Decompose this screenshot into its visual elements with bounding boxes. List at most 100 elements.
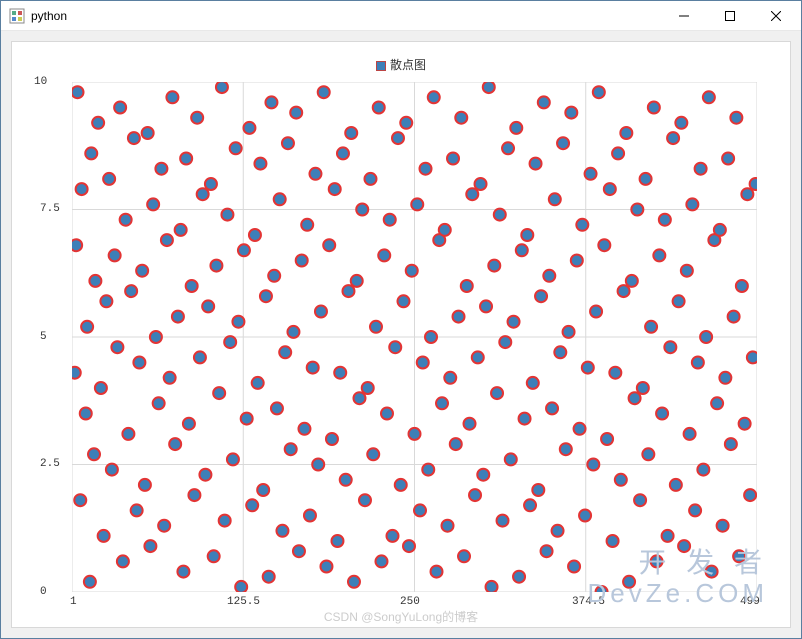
scatter-point	[287, 326, 299, 338]
scatter-point	[689, 504, 701, 516]
scatter-point	[384, 214, 396, 226]
scatter-point	[166, 91, 178, 103]
scatter-point	[615, 474, 627, 486]
scatter-point	[153, 397, 165, 409]
scatter-point	[502, 142, 514, 154]
scatter-point	[598, 239, 610, 251]
scatter-point	[508, 316, 520, 328]
close-button[interactable]	[753, 1, 799, 31]
scatter-point	[541, 545, 553, 557]
y-tick-label: 0	[40, 586, 47, 598]
scatter-point	[519, 413, 531, 425]
scatter-point	[72, 86, 84, 98]
scatter-point	[312, 459, 324, 471]
scatter-point	[601, 433, 613, 445]
scatter-point	[164, 372, 176, 384]
scatter-point	[318, 86, 330, 98]
scatter-point	[197, 188, 209, 200]
titlebar[interactable]: python	[1, 1, 801, 31]
scatter-point	[249, 229, 261, 241]
scatter-point	[122, 428, 134, 440]
scatter-point	[714, 224, 726, 236]
scatter-point	[111, 341, 123, 353]
scatter-point	[513, 571, 525, 583]
plot-panel: 散点图 10 7.5 5 2.5 0 1 125.5 250 374.5 499…	[11, 41, 791, 628]
scatter-point	[348, 576, 360, 588]
scatter-point	[576, 219, 588, 231]
scatter-point	[497, 515, 509, 527]
scatter-point	[359, 494, 371, 506]
scatter-point	[455, 112, 467, 124]
scatter-point	[453, 311, 465, 323]
app-icon	[9, 8, 25, 24]
scatter-point	[499, 336, 511, 348]
scatter-point	[199, 469, 211, 481]
scatter-point	[95, 382, 107, 394]
scatter-point	[72, 367, 81, 379]
scatter-point	[246, 499, 258, 511]
scatter-point	[744, 489, 756, 501]
y-tick-label: 10	[34, 76, 47, 88]
scatter-point	[736, 280, 748, 292]
scatter-point	[673, 295, 685, 307]
scatter-point	[587, 459, 599, 471]
scatter-point	[389, 341, 401, 353]
scatter-point	[194, 351, 206, 363]
scatter-point	[109, 249, 121, 261]
scatter-point	[323, 239, 335, 251]
scatter-point	[395, 479, 407, 491]
scatter-point	[243, 122, 255, 134]
scatter-point	[224, 336, 236, 348]
scatter-point	[439, 224, 451, 236]
scatter-point	[260, 290, 272, 302]
scatter-point	[98, 530, 110, 542]
scatter-point	[329, 183, 341, 195]
scatter-point	[648, 102, 660, 114]
scatter-point	[552, 525, 564, 537]
scatter-point	[142, 127, 154, 139]
scatter-point	[257, 484, 269, 496]
scatter-point	[265, 96, 277, 108]
scatter-point	[739, 418, 751, 430]
maximize-button[interactable]	[707, 1, 753, 31]
scatter-point	[450, 438, 462, 450]
scatter-point	[263, 571, 275, 583]
scatter-chart	[72, 82, 757, 592]
scatter-point	[252, 377, 264, 389]
scatter-point	[524, 499, 536, 511]
scatter-point	[620, 127, 632, 139]
scatter-point	[216, 82, 228, 93]
scatter-point	[664, 341, 676, 353]
scatter-point	[282, 137, 294, 149]
scatter-point	[76, 183, 88, 195]
minimize-button[interactable]	[661, 1, 707, 31]
scatter-point	[692, 357, 704, 369]
scatter-point	[612, 147, 624, 159]
scatter-point	[208, 550, 220, 562]
scatter-point	[334, 367, 346, 379]
scatter-point	[472, 351, 484, 363]
scatter-point	[596, 586, 608, 592]
scatter-point	[626, 275, 638, 287]
plot-area[interactable]	[72, 82, 757, 592]
scatter-point	[604, 183, 616, 195]
scatter-point	[486, 581, 498, 592]
scatter-point	[177, 566, 189, 578]
scatter-point	[609, 367, 621, 379]
scatter-point	[477, 469, 489, 481]
scatter-point	[304, 510, 316, 522]
scatter-point	[700, 331, 712, 343]
scatter-point	[538, 96, 550, 108]
scatter-point	[461, 280, 473, 292]
scatter-point	[290, 107, 302, 119]
scatter-point	[442, 520, 454, 532]
scatter-point	[155, 163, 167, 175]
scatter-point	[494, 209, 506, 221]
scatter-point	[238, 244, 250, 256]
watermark-text: CSDN @SongYuLong的博客	[324, 608, 478, 625]
scatter-point	[560, 443, 572, 455]
scatter-point	[571, 255, 583, 267]
scatter-point	[695, 163, 707, 175]
scatter-point	[117, 555, 129, 567]
scatter-point	[741, 188, 753, 200]
